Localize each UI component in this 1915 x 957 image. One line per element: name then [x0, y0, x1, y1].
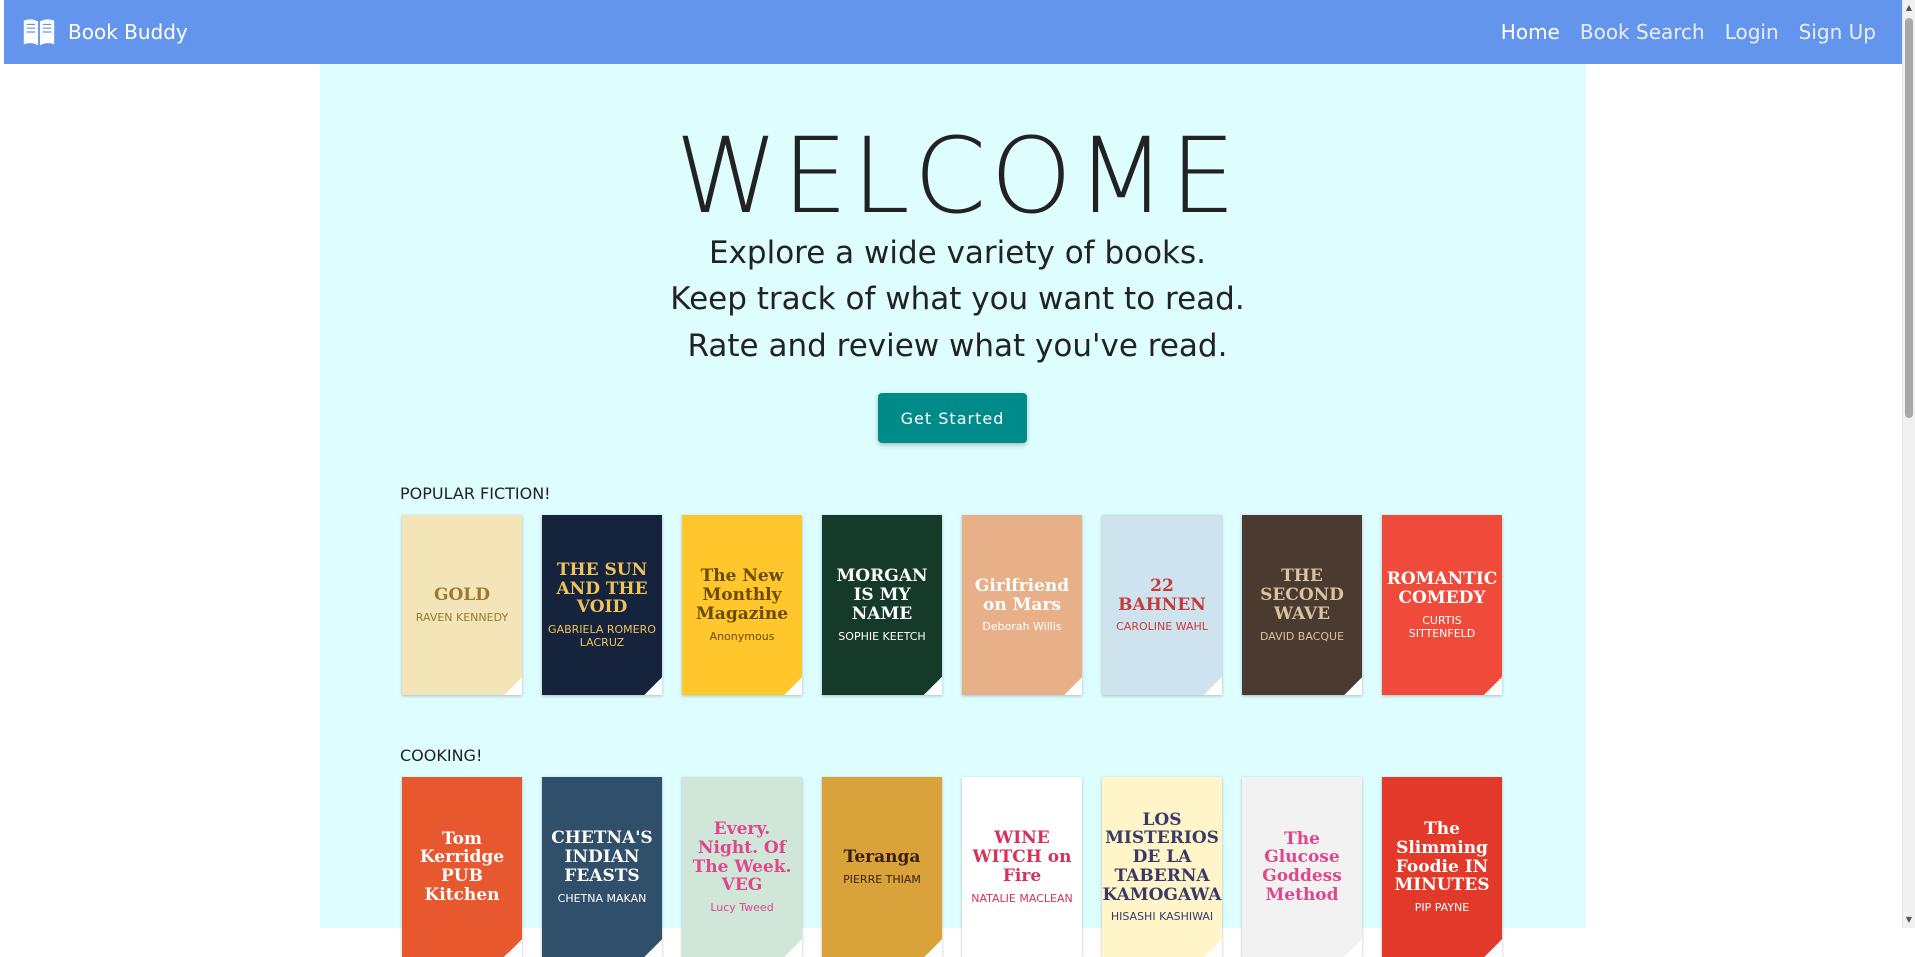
book-cover-title: Teranga [843, 847, 921, 868]
book-cover[interactable]: WINE WITCH on Fire NATALIE MACLEAN [962, 777, 1082, 957]
book-cover-author: Anonymous [709, 629, 775, 643]
book-cover[interactable]: ROMANTIC COMEDY CURTIS SITTENFELD [1382, 515, 1502, 695]
book-cover[interactable]: 22 BAHNEN CAROLINE WAHL [1102, 515, 1222, 695]
page-curl-icon [1064, 939, 1082, 957]
page-curl-icon [784, 939, 802, 957]
book-cover-title: The New Monthly Magazine [695, 566, 789, 624]
book-cover[interactable]: MORGAN IS MY NAME SOPHIE KEETCH [822, 515, 942, 695]
book-cover-title: Girlfriend on Mars [974, 575, 1070, 615]
nav-link-login[interactable]: Login [1725, 20, 1779, 44]
book-cover-title: LOS MISTERIOS DE LA TABERNA KAMOGAWA [1102, 809, 1222, 905]
book-cover-author: GABRIELA ROMERO LACRUZ [548, 623, 656, 650]
welcome-heading: WELCOME [675, 115, 1240, 237]
section-title-popular-fiction: POPULAR FICTION! [400, 484, 551, 503]
book-cover-author: PIERRE THIAM [843, 872, 921, 886]
book-cover[interactable]: The New Monthly Magazine Anonymous [682, 515, 802, 695]
section-title-cooking: COOKING! [400, 746, 483, 765]
book-cover[interactable]: THE SECOND WAVE DAVID BACQUE [1242, 515, 1362, 695]
nav-link-book-search[interactable]: Book Search [1580, 20, 1705, 44]
book-cover-title: 22 BAHNEN [1118, 575, 1206, 615]
book-cover-title: Every. Night. Of The Week. VEG [692, 819, 792, 896]
get-started-button[interactable]: Get Started [878, 393, 1027, 443]
nav-link-sign-up[interactable]: Sign Up [1799, 20, 1876, 44]
book-cover[interactable]: The Glucose Goddess Method [1242, 777, 1362, 957]
tagline-track: Keep track of what you want to read. [670, 281, 1245, 317]
book-cover-title: MORGAN IS MY NAME [836, 566, 928, 624]
nav-links: Home Book Search Login Sign Up [1501, 20, 1876, 44]
page-curl-icon [1344, 677, 1362, 695]
page-curl-icon [1204, 677, 1222, 695]
scrollbar-thumb[interactable] [1905, 18, 1913, 418]
tagline-explore: Explore a wide variety of books. [708, 235, 1207, 271]
book-cover[interactable]: The Slimming Foodie IN MINUTES PIP PAYNE [1382, 777, 1502, 957]
book-cover-author: DAVID BACQUE [1259, 629, 1345, 643]
book-cover-title: ROMANTIC COMEDY [1386, 569, 1498, 608]
book-cover-title: GOLD [433, 585, 491, 606]
book-cover-author: SOPHIE KEETCH [838, 629, 926, 643]
book-cover[interactable]: Girlfriend on Mars Deborah Willis [962, 515, 1082, 695]
book-cover-author: RAVEN KENNEDY [415, 610, 509, 624]
page-curl-icon [784, 677, 802, 695]
book-row-cooking: Tom Kerridge PUB Kitchen CHETNA'S INDIAN … [402, 777, 1502, 957]
nav-link-home[interactable]: Home [1501, 20, 1560, 44]
vertical-scrollbar[interactable]: ▲ ▼ [1902, 0, 1915, 928]
page-curl-icon [644, 677, 662, 695]
book-cover-author: Lucy Tweed [710, 900, 774, 914]
page-curl-icon [1204, 939, 1222, 957]
book-cover[interactable]: CHETNA'S INDIAN FEASTS CHETNA MAKAN [542, 777, 662, 957]
page-curl-icon [924, 677, 942, 695]
scroll-up-arrow-icon[interactable]: ▲ [1903, 0, 1915, 16]
book-cover[interactable]: THE SUN AND THE VOID GABRIELA ROMERO LACR… [542, 515, 662, 695]
book-cover-author: CHETNA MAKAN [557, 891, 647, 905]
book-cover[interactable]: Every. Night. Of The Week. VEG Lucy Tweed [682, 777, 802, 957]
book-cover-title: THE SECOND WAVE [1260, 566, 1344, 624]
book-cover[interactable]: LOS MISTERIOS DE LA TABERNA KAMOGAWA HISA… [1102, 777, 1222, 957]
open-book-icon [23, 19, 55, 46]
book-cover[interactable]: Teranga PIERRE THIAM [822, 777, 942, 957]
book-cover-author: CURTIS SITTENFELD [1408, 613, 1476, 640]
scroll-down-arrow-icon[interactable]: ▼ [1903, 912, 1915, 928]
brand-name: Book Buddy [68, 20, 188, 44]
page-curl-icon [504, 677, 522, 695]
book-cover-title: WINE WITCH on Fire [972, 828, 1072, 886]
book-cover-author: HISASHI KASHIWAI [1110, 910, 1214, 924]
page-curl-icon [924, 939, 942, 957]
page-curl-icon [1484, 677, 1502, 695]
brand[interactable]: Book Buddy [20, 13, 188, 51]
book-cover-title: CHETNA'S INDIAN FEASTS [551, 828, 653, 886]
book-cover-author: PIP PAYNE [1414, 900, 1470, 914]
page-curl-icon [1064, 677, 1082, 695]
book-cover[interactable]: GOLD RAVEN KENNEDY [402, 515, 522, 695]
page-curl-icon [1344, 939, 1362, 957]
book-cover-title: THE SUN AND THE VOID [556, 559, 648, 618]
book-cover-author: CAROLINE WAHL [1116, 620, 1208, 634]
book-cover[interactable]: Tom Kerridge PUB Kitchen [402, 777, 522, 957]
book-row-popular-fiction: GOLD RAVEN KENNEDY THE SUN AND THE VOID GAB… [402, 515, 1502, 695]
page-curl-icon [644, 939, 662, 957]
book-cover-author: NATALIE MACLEAN [971, 891, 1073, 905]
navbar: Book Buddy Home Book Search Login Sign U… [4, 0, 1903, 64]
page-curl-icon [504, 939, 522, 957]
book-cover-title: Tom Kerridge PUB Kitchen [419, 828, 505, 905]
book-cover-title: The Glucose Goddess Method [1262, 828, 1342, 905]
page-curl-icon [1484, 939, 1502, 957]
book-cover-title: The Slimming Foodie IN MINUTES [1394, 819, 1490, 896]
book-cover-author: Deborah Willis [982, 620, 1062, 634]
tagline-review: Rate and review what you've read. [687, 328, 1228, 364]
